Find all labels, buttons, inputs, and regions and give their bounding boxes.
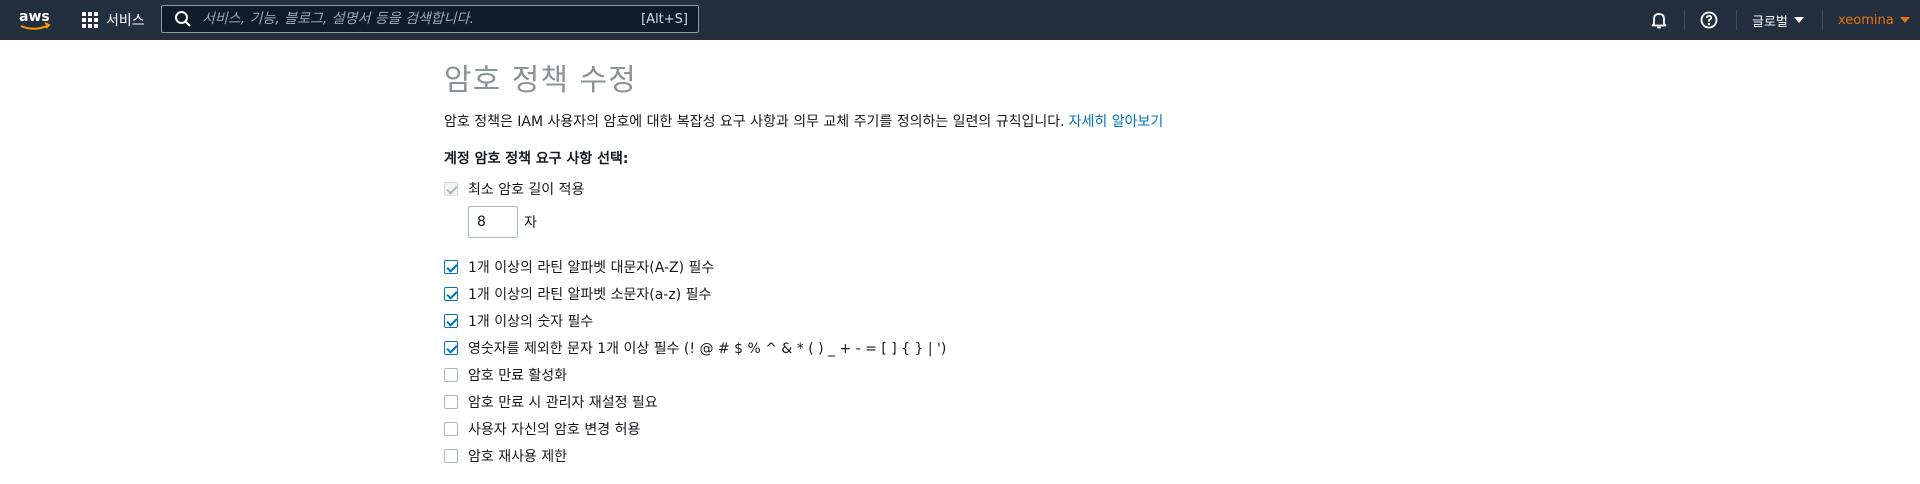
policy-option-label: 영숫자를 제외한 문자 1개 이상 필수 (! @ # $ % ^ & * ( … [468,341,947,357]
caret-down-icon [1793,17,1804,23]
grid-icon [82,12,98,28]
caret-down-icon [1899,17,1910,23]
min-length-label: 최소 암호 길이 적용 [468,182,585,198]
policy-option-label: 암호 만료 활성화 [468,368,568,384]
nav-divider [1822,10,1823,30]
min-length-input[interactable] [468,206,518,238]
page-description: 암호 정책은 IAM 사용자의 암호에 대한 복잡성 요구 사항과 의무 교체 … [444,111,1163,131]
nav-divider [1736,10,1737,30]
learn-more-link[interactable]: 자세히 알아보기 [1069,114,1164,130]
search-bar[interactable]: [Alt+S] [161,5,699,33]
policy-option-checkbox[interactable] [444,341,458,355]
policy-option-label: 사용자 자신의 암호 변경 허용 [468,422,641,438]
top-navigation: aws 서비스 [Alt+S] 글로벌 [0,0,1920,40]
policy-option-checkbox[interactable] [444,314,458,328]
services-label: 서비스 [106,13,145,29]
policy-option-7: 암호 재사용 제한 [444,446,567,466]
min-length-checkbox[interactable] [444,182,458,196]
account-menu[interactable]: xeomina [1838,0,1910,40]
search-shortcut: [Alt+S] [641,11,688,27]
aws-logo-text: aws [19,9,50,25]
min-length-option: 최소 암호 길이 적용 [444,179,584,199]
description-text: 암호 정책은 IAM 사용자의 암호에 대한 복잡성 요구 사항과 의무 교체 … [444,114,1065,130]
aws-logo[interactable]: aws [18,7,52,33]
policy-option-label: 1개 이상의 라틴 알파벳 대문자(A-Z) 필수 [468,260,715,276]
policy-option-0: 1개 이상의 라틴 알파벳 대문자(A-Z) 필수 [444,257,714,277]
help-button[interactable] [1700,0,1718,40]
policy-option-label: 암호 만료 시 관리자 재설정 필요 [468,395,658,411]
policy-option-2: 1개 이상의 숫자 필수 [444,311,593,331]
nav-divider [1684,10,1685,30]
policy-option-checkbox[interactable] [444,422,458,436]
search-icon [175,11,191,27]
services-menu-button[interactable]: 서비스 [82,10,145,30]
region-selector[interactable]: 글로벌 [1752,0,1804,40]
notifications-button[interactable] [1650,0,1668,40]
username-label: xeomina [1838,12,1894,28]
policy-option-1: 1개 이상의 라틴 알파벳 소문자(a-z) 필수 [444,284,711,304]
policy-option-4: 암호 만료 활성화 [444,365,567,385]
policy-option-checkbox[interactable] [444,395,458,409]
policy-option-checkbox[interactable] [444,287,458,301]
policy-option-checkbox[interactable] [444,368,458,382]
policy-option-label: 1개 이상의 라틴 알파벳 소문자(a-z) 필수 [468,287,712,303]
page-title: 암호 정책 수정 [444,63,637,98]
min-length-unit: 자 [524,215,537,231]
policy-option-label: 암호 재사용 제한 [468,449,568,465]
help-icon [1700,11,1718,29]
policy-option-checkbox[interactable] [444,260,458,274]
min-length-group: 자 [468,206,537,238]
policy-option-6: 사용자 자신의 암호 변경 허용 [444,419,640,439]
bell-icon [1651,13,1667,29]
policy-option-label: 1개 이상의 숫자 필수 [468,314,594,330]
region-label: 글로벌 [1752,14,1788,30]
section-label: 계정 암호 정책 요구 사항 선택: [444,151,629,167]
policy-option-5: 암호 만료 시 관리자 재설정 필요 [444,392,658,412]
policy-option-3: 영숫자를 제외한 문자 1개 이상 필수 (! @ # $ % ^ & * ( … [444,338,946,358]
search-input[interactable] [200,10,642,28]
policy-option-checkbox[interactable] [444,449,458,463]
